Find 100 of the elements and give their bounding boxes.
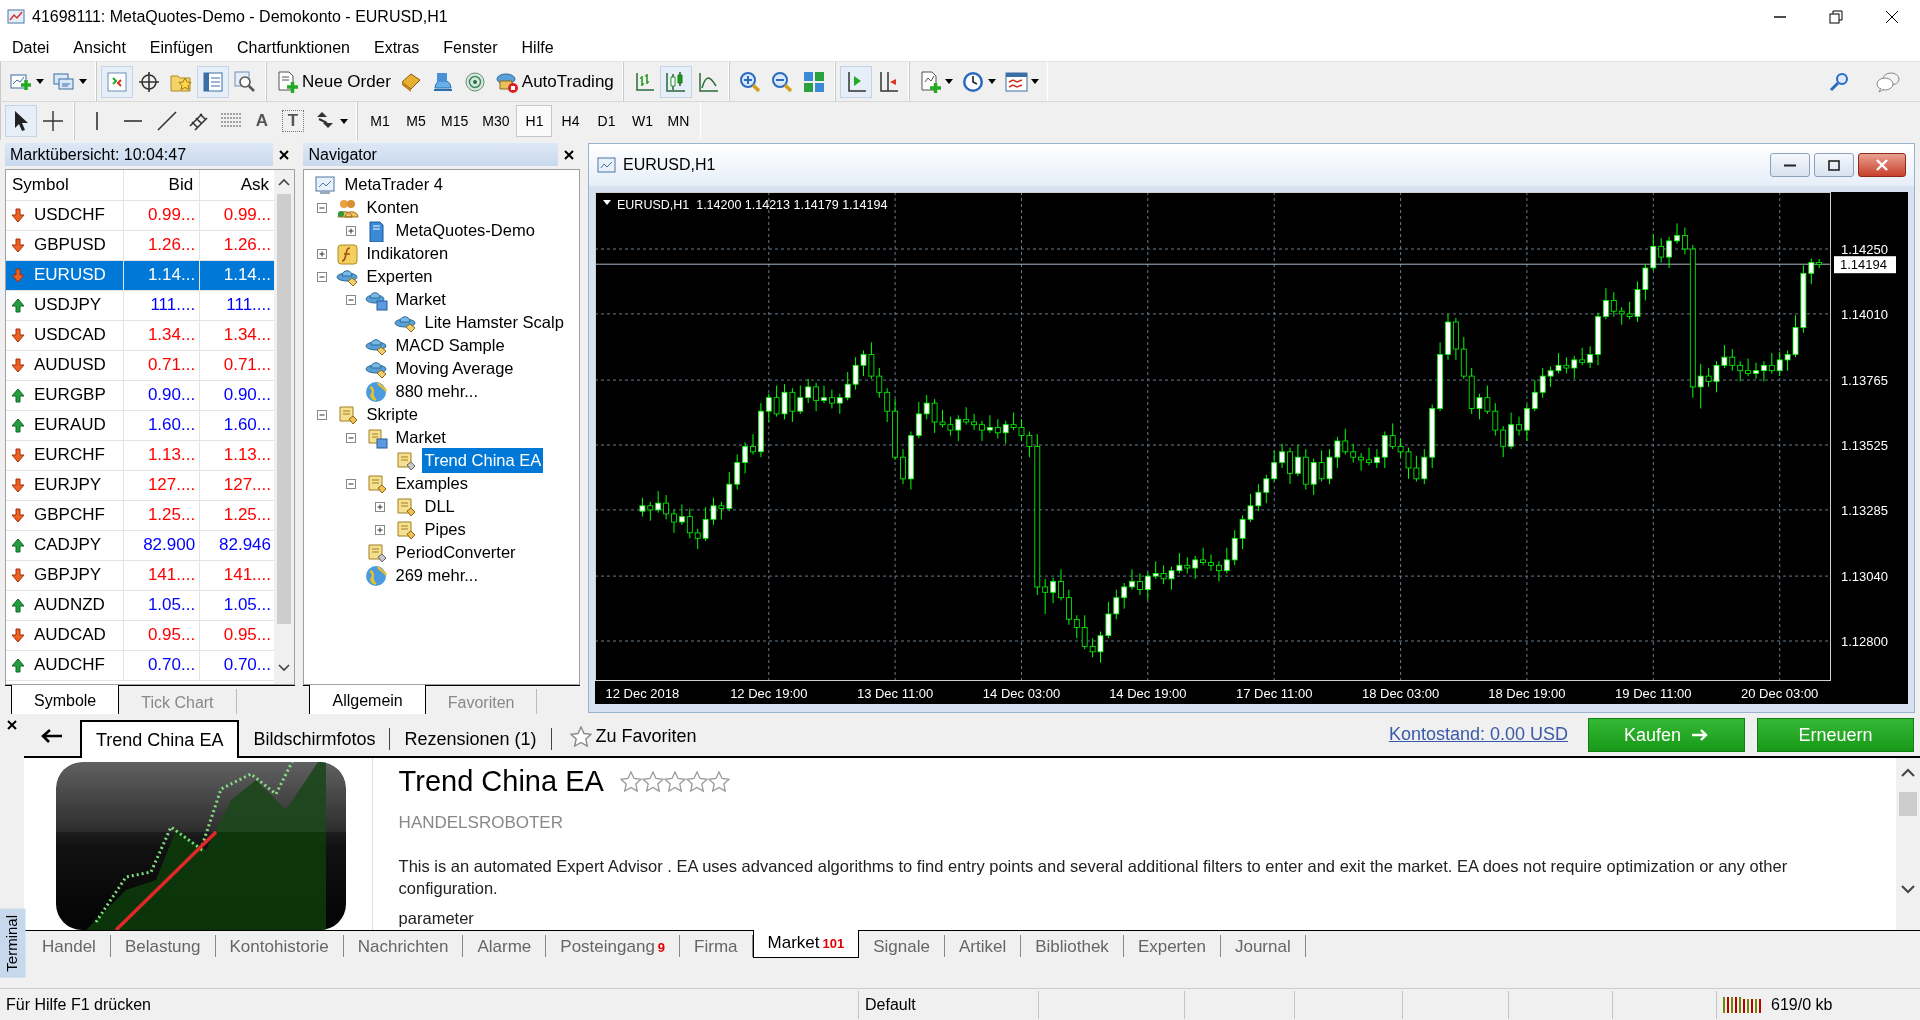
bid-price: 1.34... xyxy=(123,320,200,350)
timeframe-button[interactable]: D1 xyxy=(588,105,625,137)
tree-item[interactable]: PeriodConverter xyxy=(393,540,518,565)
tree-item[interactable]: MetaQuotes-Demo xyxy=(393,218,537,243)
menu-item[interactable]: Chartfunktionen xyxy=(225,33,362,62)
terminal-tab[interactable]: Market 101 xyxy=(752,930,860,958)
help-text: Für Hilfe F1 drücken xyxy=(5,994,152,1015)
balance-link[interactable]: Kontostand: 0.00 USD xyxy=(1388,721,1568,748)
tree-item[interactable]: Market xyxy=(393,287,448,312)
time-label: 17 Dec 11:00 xyxy=(1236,686,1313,701)
product-title: Trend China EA xyxy=(398,764,604,799)
bid-price: 1.05... xyxy=(123,590,200,620)
label-button[interactable]: T xyxy=(282,110,304,132)
panel-title: Marktübersicht: 10:04:47 xyxy=(5,143,274,166)
price-label: 1.13040 xyxy=(1841,569,1888,585)
bid-price: 141.... xyxy=(123,560,200,590)
product-description: This is an automated Expert Advisor . EA uses advanced algorithms to find entry points and several additional filters to enter and exit the market. EA does not require optimization or any other configuration. xyxy=(398,856,1789,899)
timeframe-button[interactable]: W1 xyxy=(624,105,661,137)
bid-price: 0.99... xyxy=(123,200,200,230)
timeframe-button[interactable]: MN xyxy=(660,105,697,137)
bid-price: 1.14... xyxy=(123,260,200,290)
tree-item[interactable]: 269 mehr... xyxy=(393,563,481,588)
product-tab[interactable]: Rezensionen (1) xyxy=(390,728,552,750)
time-label: 13 Dec 11:00 xyxy=(856,686,934,701)
timeframe-button[interactable]: M15 xyxy=(434,105,476,137)
symbol-name: AUDCHF xyxy=(34,654,105,677)
tree-item[interactable]: Market xyxy=(393,425,448,450)
timeframe-button[interactable]: M1 xyxy=(362,105,398,137)
terminal-tab[interactable]: Experten xyxy=(1123,935,1221,957)
tree-item[interactable]: Pipes xyxy=(422,517,468,542)
terminal-tab[interactable]: Handel xyxy=(28,935,111,957)
favorites-link[interactable]: Zu Favoriten xyxy=(595,723,697,750)
parameters-heading: parameter xyxy=(398,908,475,929)
time-label: 12 Dec 19:00 xyxy=(730,686,808,701)
price-label: 1.13525 xyxy=(1841,438,1888,453)
symbol-name: GBPCHF xyxy=(34,504,105,527)
panel-title: Navigator xyxy=(303,143,558,166)
terminal-tab[interactable]: Journal xyxy=(1220,935,1306,957)
symbol-name: USDCAD xyxy=(34,324,106,347)
profile-name: Default xyxy=(858,990,1038,1019)
tree-item[interactable]: Indikatoren xyxy=(364,241,451,266)
text-button[interactable]: A xyxy=(247,105,277,137)
bid-price: 0.95... xyxy=(123,620,200,650)
timeframe-button[interactable]: M5 xyxy=(398,105,434,137)
terminal-label[interactable]: Terminal xyxy=(0,909,26,978)
terminal-tab[interactable]: Belastung xyxy=(110,935,216,957)
time-label: 20 Dec 03:00 xyxy=(1741,686,1819,701)
symbol-name: EURJPY xyxy=(34,474,102,497)
chart-title: EURUSD,H1 xyxy=(623,155,716,175)
autotrading-button[interactable]: AutoTrading xyxy=(490,65,618,98)
menu-item[interactable]: Fenster xyxy=(431,33,510,62)
tree-item[interactable]: 880 mehr... xyxy=(393,379,481,404)
price-label: 1.14250 xyxy=(1841,242,1888,257)
bid-price: 111.... xyxy=(123,290,200,320)
time-label: 12 Dec 2018 xyxy=(605,686,680,701)
symbol-name: EURAUD xyxy=(34,414,106,437)
tree-item[interactable]: DLL xyxy=(422,494,457,519)
bid-price: 1.13... xyxy=(123,440,200,470)
price-label: 1.14010 xyxy=(1841,306,1888,322)
menu-item[interactable]: Extras xyxy=(361,33,432,62)
terminal-tab[interactable]: Kontohistorie xyxy=(215,935,344,957)
terminal-tab[interactable]: Posteingang 9 xyxy=(546,935,681,957)
tree-item[interactable]: MetaTrader 4 xyxy=(342,172,445,197)
column-header[interactable]: Bid xyxy=(123,170,200,200)
menu-item[interactable]: Ansicht xyxy=(61,33,138,62)
column-header[interactable]: Symbol xyxy=(6,170,124,200)
tree-item[interactable]: Lite Hamster Scalp xyxy=(422,310,566,335)
menu-item[interactable]: Datei xyxy=(0,33,62,62)
traffic-text: 619/0 kb xyxy=(1771,994,1833,1015)
terminal-tab[interactable]: Signale xyxy=(859,935,945,957)
tree-item[interactable]: Moving Average xyxy=(393,356,516,381)
product-tab[interactable]: Trend China EA xyxy=(80,720,240,758)
symbol-name: GBPUSD xyxy=(34,234,106,257)
tree-item[interactable]: Examples xyxy=(393,471,470,496)
timeframe-button[interactable]: H4 xyxy=(552,105,589,137)
menu-item[interactable]: Hilfe xyxy=(509,33,566,62)
menu-item[interactable]: Einfügen xyxy=(137,33,225,62)
timeframe-button[interactable]: H1 xyxy=(516,105,553,137)
terminal-tab[interactable]: Firma xyxy=(680,935,753,957)
symbol-name: AUDUSD xyxy=(34,354,106,377)
timeframe-button[interactable]: M30 xyxy=(475,105,517,137)
time-label: 14 Dec 03:00 xyxy=(982,686,1061,701)
tree-item[interactable]: MACD Sample xyxy=(393,333,507,358)
terminal-tab[interactable]: Artikel xyxy=(944,935,1022,957)
new-order-button[interactable]: Neue Order xyxy=(271,65,395,98)
terminal-tab[interactable]: Alarme xyxy=(463,935,547,957)
product-tab[interactable]: Bildschirmfotos xyxy=(239,728,391,750)
price-label: 1.13285 xyxy=(1841,502,1888,518)
time-label: 19 Dec 11:00 xyxy=(1615,686,1692,701)
terminal-tab[interactable]: Bibliothek xyxy=(1021,935,1124,957)
terminal-tab[interactable]: Nachrichten xyxy=(343,935,464,957)
product-category: HANDELSROBOTER xyxy=(398,811,564,834)
tree-item[interactable]: Experten xyxy=(364,264,435,289)
tree-item[interactable]: Konten xyxy=(364,195,421,220)
quote-row[interactable]: EURUSD 1.14... 1.14... xyxy=(6,260,276,290)
time-label: 18 Dec 03:00 xyxy=(1361,686,1440,701)
current-price: 1.14194 xyxy=(1834,256,1896,274)
tree-item[interactable]: Skripte xyxy=(364,402,420,427)
tree-item[interactable]: Trend China EA xyxy=(422,448,544,473)
price-label: 1.12800 xyxy=(1841,634,1888,649)
